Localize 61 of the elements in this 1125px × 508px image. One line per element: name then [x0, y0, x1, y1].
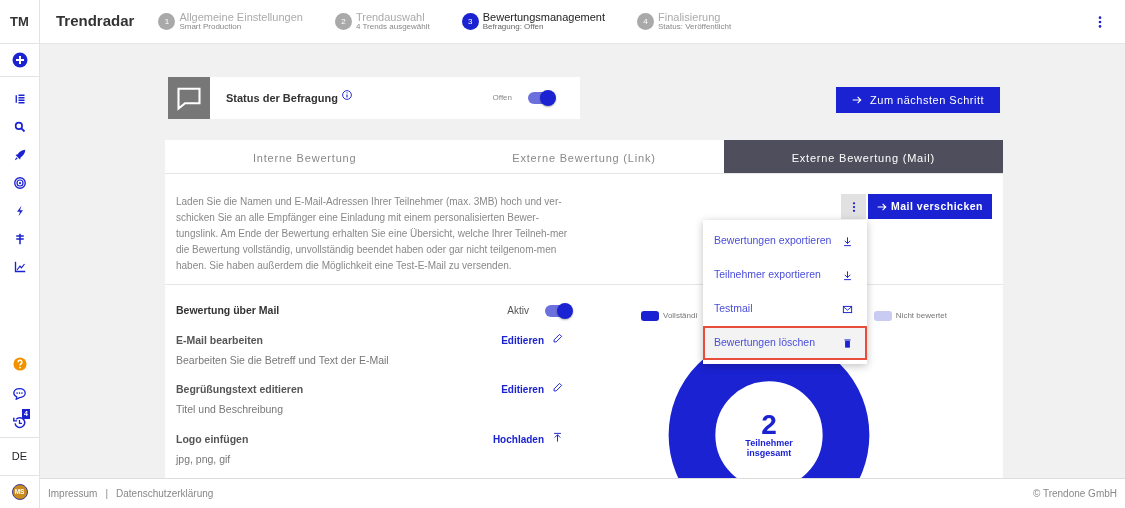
copyright: © Trendone GmbH	[1032, 487, 1117, 501]
step-number[interactable]: 3	[461, 13, 479, 30]
tab[interactable]: Interne Bewertung	[165, 140, 445, 174]
step-subtitle: Smart Production	[179, 23, 242, 32]
history-icon[interactable]	[13, 416, 26, 429]
upload-link[interactable]: Hochladen	[492, 431, 544, 447]
chart-icon[interactable]	[13, 261, 26, 273]
toggle-label: Offen	[492, 92, 512, 104]
app-title: Trendradar	[56, 11, 135, 32]
language-button[interactable]: DE	[10, 447, 29, 466]
legend-label: Nicht bewertet	[895, 310, 947, 322]
setting-title: Begrüßungstext editieren	[176, 382, 304, 398]
target-icon[interactable]	[13, 177, 26, 189]
upload-icon[interactable]	[552, 431, 563, 443]
setting-title: Logo einfügen	[176, 431, 249, 447]
total-count: 2	[761, 411, 777, 440]
pencil-icon[interactable]	[552, 332, 563, 344]
separator: |	[105, 487, 109, 501]
envelope-icon	[842, 303, 853, 315]
total-label: Teilnehmer insgesamt	[744, 439, 794, 459]
edit-link[interactable]: Editieren	[501, 332, 544, 348]
search-icon[interactable]	[13, 121, 26, 133]
setting-subtitle: Titel und Beschreibung	[176, 402, 284, 417]
step-subtitle: 4 Trends ausgewählt	[355, 23, 430, 32]
section-title: Bewertung über Mail	[176, 303, 280, 318]
description-text: Laden Sie die Namen und E-Mail-Adressen Ihrer Teilnehmer (max. 3MB) hoch und ver-schicken Sie an alle Empfänger eine Einladung mit einem personalisierten Bewer-tungslink. Am Ende der Bewertung erhalten Sie eine Übersicht, welche Ihrer Teilneh-mer die Bewertung vollständig, unvollständig beendet haben oder gar nicht teilgenom-men haben. Sie haben außerdem die Möglichkeit eine Test-E-Mail zu versenden.	[176, 195, 569, 273]
list-icon[interactable]	[13, 93, 26, 105]
setting-subtitle: jpg, png, gif	[176, 451, 232, 467]
toggle-label: Aktiv	[507, 304, 529, 319]
logo[interactable]: TM	[10, 11, 29, 32]
footer-link[interactable]: Impressum	[48, 486, 98, 501]
tab[interactable]: Externe Bewertung (Link)	[444, 140, 724, 174]
setting-title: E-Mail bearbeiten	[176, 332, 264, 348]
arrow-right-icon	[852, 95, 863, 105]
chat-icon[interactable]	[13, 387, 26, 400]
trash-icon	[842, 337, 853, 349]
download-icon	[842, 235, 853, 247]
signpost-icon[interactable]	[13, 233, 26, 245]
download-icon	[842, 269, 853, 281]
step-title[interactable]: Bewertungsmanagement	[482, 11, 606, 24]
step-subtitle: Status: Veröffentlicht	[658, 23, 732, 32]
arrow-right-icon	[876, 201, 887, 212]
info-icon	[341, 90, 352, 100]
menu-item[interactable]: Bewertungen exportieren	[703, 224, 867, 258]
send-mail-button[interactable]: Mail verschicken	[868, 194, 992, 219]
setting-subtitle: Bearbeiten Sie die Betreff und Text der E-Mail	[176, 352, 389, 368]
footer-link[interactable]: Datenschutzerklärung	[116, 486, 214, 501]
tab[interactable]: Externe Bewertung (Mail)	[723, 140, 1003, 174]
menu-item[interactable]: Teilnehmer exportieren	[703, 258, 867, 292]
pencil-icon[interactable]	[552, 382, 563, 394]
next-step-button[interactable]: Zum nächsten Schritt	[836, 87, 1000, 113]
legend-label: Vollständi	[663, 310, 698, 322]
step-subtitle: Befragung: Offen	[482, 23, 544, 32]
rocket-icon[interactable]	[13, 149, 26, 161]
active-toggle[interactable]	[545, 304, 571, 317]
menu-item[interactable]: Testmail	[703, 292, 867, 326]
add-icon[interactable]	[11, 52, 28, 68]
edit-link[interactable]: Editieren	[501, 382, 544, 398]
menu-item[interactable]: Bewertungen löschen	[703, 326, 867, 360]
status-toggle[interactable]	[528, 92, 554, 104]
status-label: Status der Befragung	[226, 90, 338, 106]
